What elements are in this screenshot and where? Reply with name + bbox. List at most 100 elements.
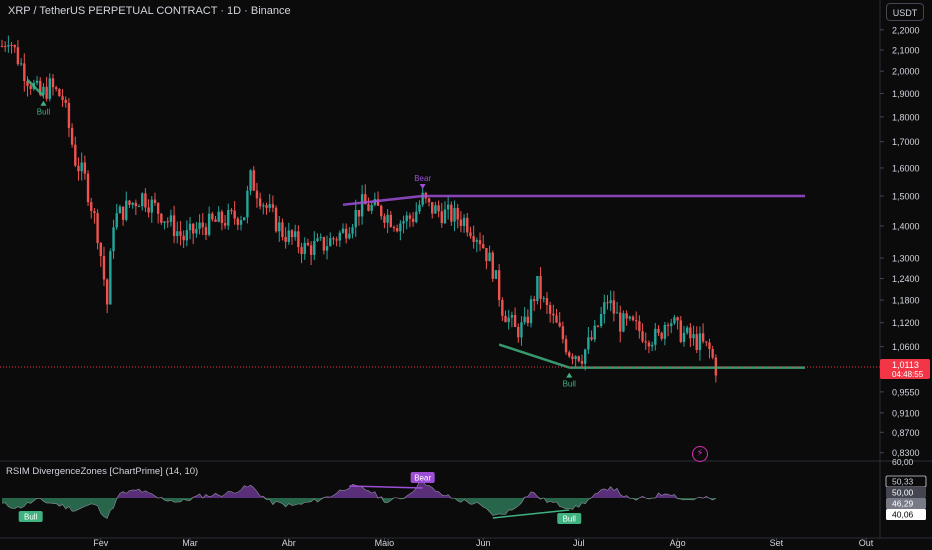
candle-body [265,205,268,208]
divergence-lines: Bull Bear Bull [0,79,880,389]
candle-body [125,200,128,220]
candle-body [542,298,545,300]
candle-body [673,317,676,324]
candle-body [137,206,141,208]
candle-body [90,202,93,211]
candle-body [121,206,125,220]
candle-body [628,316,632,319]
price-tick-label: 1,4000 [892,221,920,231]
price-tick-label: 0,9550 [892,387,920,397]
candle-body [242,217,246,221]
candle-body [54,87,58,89]
candle-body [536,275,539,301]
candle-body [227,209,230,226]
candle-body [705,341,708,343]
candle-body [670,323,673,326]
candle-body [51,78,55,88]
price-tick-label: 1,1200 [892,318,920,328]
candle-body [58,88,61,97]
candle-body [48,78,52,99]
price-tick-label: 1,2400 [892,274,920,284]
candle-body [657,328,660,333]
candle-body [660,332,663,339]
candle-body [450,204,453,222]
candle-body [93,210,96,214]
candle-body [689,327,692,339]
candle-body [271,204,275,208]
candle-body [341,228,345,233]
time-tick-label: Mar [182,538,198,548]
candle-body [214,219,217,222]
candle-body [156,203,160,214]
rsi-panel: Bull Bear Bull [1,472,716,524]
candle-body [695,334,698,351]
candle-body [507,317,510,323]
candle-body [497,270,501,300]
candle-body [552,313,555,316]
candle-body [504,315,507,323]
price-tick-label: 1,9000 [892,89,920,99]
candle-body [437,205,440,212]
candle-body [246,190,249,218]
bull-arrow-icon [40,100,47,106]
candle-body [309,245,313,255]
candle-body [402,221,405,224]
candle-body [141,193,144,207]
candle-body [262,205,265,207]
candle-body [647,342,651,347]
bear-badge-label: Bear [414,474,431,483]
candle-body [625,313,628,319]
candle-body [198,222,201,229]
candle-body [446,204,450,210]
candle-body [593,325,596,340]
candle-body [74,144,77,166]
time-tick-label: Set [770,538,784,548]
candle-body [325,246,329,251]
rsi-value: 46,29 [892,499,914,509]
candle-body [399,223,402,232]
candle-body [0,45,4,47]
candle-body [485,247,488,262]
candle-body [380,205,383,217]
candle-body [561,326,565,340]
candle-body [192,223,195,234]
candle-body [357,210,361,217]
candle-body [61,96,64,100]
candle-body [360,194,364,217]
candle-body [609,300,612,304]
price-tick-label: 2,2000 [892,25,920,35]
candle-body [182,235,185,241]
bull-badge-label: Bull [24,513,38,522]
candle-body [322,237,326,251]
price-tick-label: 2,1000 [892,46,920,56]
candle-body [35,80,39,83]
candle-body [239,220,243,225]
candle-body [571,356,574,360]
candle-body [115,213,118,228]
candle-body [501,299,504,316]
candle-body [708,342,711,350]
lightning-logo-icon[interactable]: ⚡ [692,446,708,462]
candle-body [488,252,491,262]
candle-body [631,316,635,321]
candle-body [558,322,561,327]
candle-body [252,170,255,191]
candle-body [701,333,705,342]
candle-body [150,199,153,213]
candle-body [443,209,447,224]
candle-body [290,230,294,238]
indicator-title: RSIM DivergenceZones [ChartPrime] (14, 1… [6,466,199,477]
candle-body [144,193,147,208]
candle-body [287,230,291,242]
grid-lines [0,0,932,539]
candle-body [568,352,571,357]
currency-button[interactable]: USDT [886,3,924,21]
candle-body [96,213,99,243]
candle-body [405,215,408,222]
candle-body [431,202,434,214]
rsi-value: 50,33 [892,477,914,487]
candle-body [249,170,252,191]
candle-body [685,327,689,333]
candle-body [606,302,609,304]
candle-body [539,275,542,299]
